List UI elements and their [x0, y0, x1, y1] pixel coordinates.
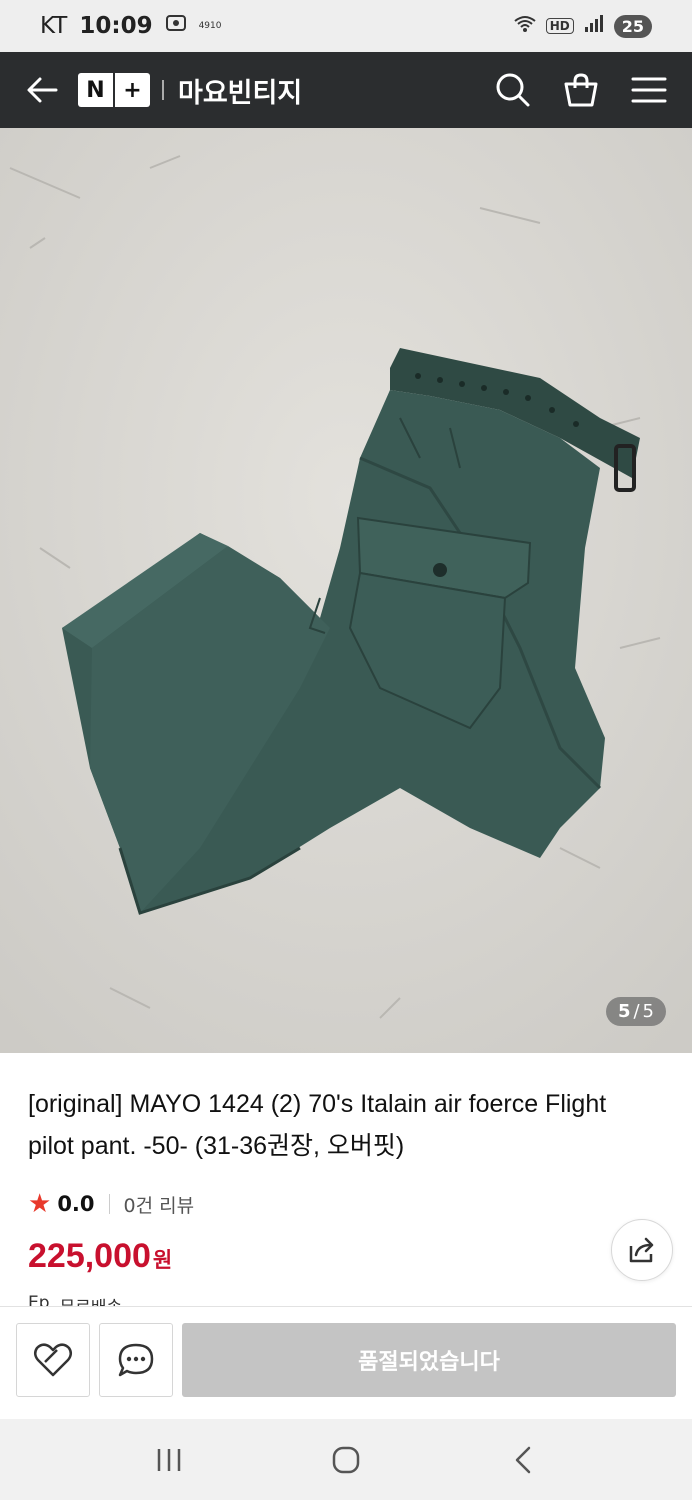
clock: 10:09 [79, 13, 153, 39]
product-info: [original] MAYO 1424 (2) 70's Italain ai… [0, 1053, 692, 1306]
arrow-left-icon [27, 77, 58, 103]
review-count[interactable]: 0건 리뷰 [124, 1191, 195, 1218]
logo-n: N [78, 73, 113, 107]
recent-apps-icon [157, 1448, 180, 1471]
shipping-icon: Ep [28, 1293, 50, 1306]
product-title: [original] MAYO 1424 (2) 70's Italain ai… [28, 1090, 607, 1160]
status-left: KT 10:09 4910 [40, 13, 221, 39]
store-name[interactable]: 마요빈티지 [178, 71, 302, 110]
carrier-label: KT [40, 13, 68, 39]
app-header: N + 마요빈티지 [0, 52, 692, 128]
price-row: 225,000 원 [28, 1237, 664, 1276]
chat-bubble-icon [118, 1343, 154, 1377]
recent-apps-button[interactable] [139, 1430, 199, 1490]
shopping-bag-icon [564, 73, 598, 107]
rating-row[interactable]: ★ 0.0 0건 리뷰 [28, 1189, 664, 1219]
chevron-left-icon [516, 1446, 531, 1473]
home-button[interactable] [316, 1430, 376, 1490]
wifi-icon [514, 15, 536, 37]
back-button[interactable] [24, 72, 60, 108]
status-bar: KT 10:09 4910 HD 25 [0, 0, 692, 52]
logo-plus: + [115, 73, 150, 107]
notification-number: 4910 [198, 21, 222, 31]
heart-icon [34, 1343, 72, 1377]
share-icon [629, 1237, 654, 1263]
header-actions [494, 71, 668, 109]
wishlist-button[interactable] [16, 1323, 90, 1397]
product-image-gallery[interactable]: 5 / 5 [0, 128, 692, 1053]
screenshot-icon [165, 13, 187, 39]
soldout-button[interactable]: 품절되었습니다 [182, 1323, 676, 1397]
header-divider [162, 80, 164, 100]
bottom-action-bar: 품절되었습니다 [0, 1306, 692, 1419]
rating-separator [108, 1194, 110, 1214]
image-counter-current: 5 [617, 1001, 631, 1022]
hamburger-menu-icon [631, 77, 667, 103]
menu-button[interactable] [630, 71, 668, 109]
search-button[interactable] [494, 71, 532, 109]
cart-button[interactable] [562, 71, 600, 109]
naver-plus-logo[interactable]: N + [78, 73, 150, 107]
signal-icon [584, 15, 604, 37]
rating-value: 0.0 [57, 1192, 95, 1216]
star-icon: ★ [28, 1189, 52, 1219]
image-counter: 5 / 5 [605, 997, 666, 1026]
home-circle-icon [332, 1446, 360, 1473]
system-back-button[interactable] [493, 1430, 553, 1490]
battery-indicator: 25 [613, 14, 652, 38]
system-navigation-bar [0, 1419, 692, 1500]
status-right: HD 25 [514, 14, 652, 38]
image-counter-separator: / [633, 1001, 640, 1022]
image-counter-total: 5 [642, 1001, 654, 1022]
shipping-info: Ep 무료배송 [28, 1293, 122, 1306]
product-photo [0, 128, 692, 1053]
share-button[interactable] [611, 1219, 673, 1281]
hd-badge: HD [545, 18, 574, 34]
shipping-text: 무료배송 [60, 1293, 123, 1306]
chat-button[interactable] [99, 1323, 173, 1397]
price-currency: 원 [152, 1248, 173, 1272]
product-price: 225,000 [28, 1237, 151, 1275]
search-icon [496, 73, 530, 107]
